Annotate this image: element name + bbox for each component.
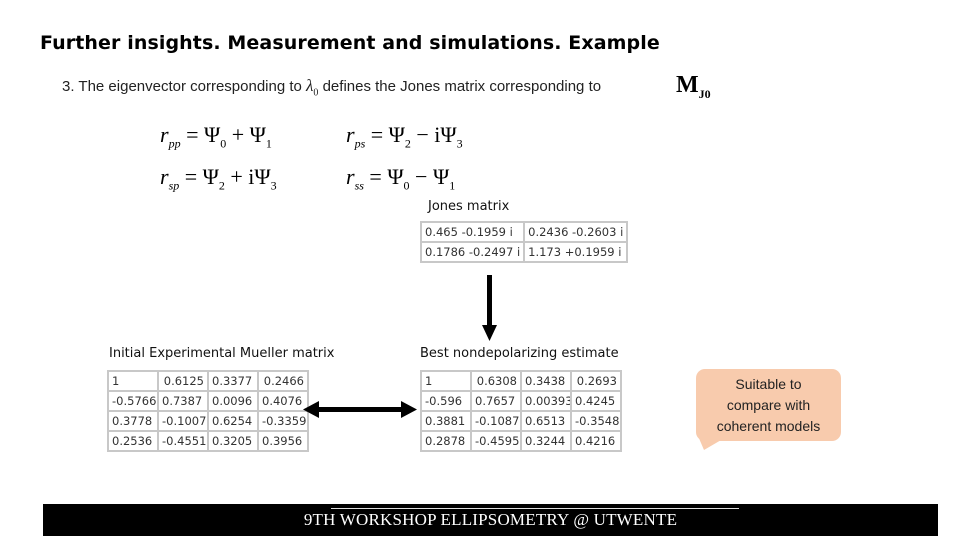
best-estimate-label: Best nondepolarizing estimate [420,346,619,361]
table-cell: 0.4245 [570,390,622,412]
equation-rpp: rpp = Ψ0 + Ψ1 [160,122,272,151]
table-cell: 0.7657 [470,390,522,412]
table-cell: -0.1007 [157,410,209,432]
table-cell: 0.2466 [257,370,309,392]
table-cell: 0.2878 [420,430,472,452]
table-cell: 0.465 -0.1959 i [419,221,526,243]
footer-rule [331,508,739,509]
table-cell: 0.00393 [520,390,572,412]
table-cell: -0.4595 [470,430,522,452]
footer-text: 9TH WORKSHOP ELLIPSOMETRY @ UTWENTE [303,510,678,529]
callout-line: compare with [726,396,811,413]
table-cell: 0.6513 [520,410,572,432]
table-row: 0.465 -0.1959 i 0.2436 -0.2603 i [419,221,629,243]
eq-sub-b: 1 [449,178,456,193]
eq-op: − Ψ [409,164,450,189]
table-cell: 0.3438 [520,370,572,392]
initial-mueller-label: Initial Experimental Mueller matrix [109,346,335,361]
callout-line: Suitable to [735,375,802,392]
eq-op: − iΨ [410,122,457,147]
callout-bubble: Suitable to compare with coherent models [696,369,841,441]
eq-op: + iΨ [224,164,271,189]
table-cell: 0.6308 [470,370,522,392]
equation-rps: rps = Ψ2 − iΨ3 [346,122,463,151]
eq-sub-b: 1 [265,136,272,151]
table-cell: -0.4551 [157,430,209,452]
down-arrow-icon [482,275,497,341]
table-cell: 0.3205 [207,430,259,452]
eq-rhs: = Ψ [369,164,404,189]
table-cell: 1.173 +0.1959 i [523,241,629,263]
table-cell: 0.3956 [257,430,309,452]
table-cell: 0.1786 -0.2497 i [419,241,526,263]
table-row: 1 0.6125 0.3377 0.2466 [107,370,309,392]
best-estimate-table: 1 0.6308 0.3438 0.2693 -0.596 0.7657 0.0… [420,370,622,452]
equation-rsp: rsp = Ψ2 + iΨ3 [160,164,277,193]
table-cell: 0.4216 [570,430,622,452]
table-cell: 0.2436 -0.2603 i [523,221,629,243]
mj0-symbol: MJ0 [676,72,711,102]
table-cell: 0.4076 [257,390,309,412]
eq-lhs-sub: sp [168,178,180,193]
table-cell: -0.5766 [107,390,159,412]
eq-lhs: r [346,164,355,189]
lambda-symbol: λ0 [306,76,318,98]
table-cell: 0.3778 [107,410,159,432]
eq-lhs-sub: ps [354,136,366,151]
table-cell: 0.3881 [420,410,472,432]
mj0-letter: M [676,72,699,98]
step-text-after: defines the Jones matrix corresponding t… [318,78,602,95]
table-row: 0.3881 -0.1087 0.6513 -0.3548 [420,410,622,432]
table-cell: 0.3244 [520,430,572,452]
table-row: -0.596 0.7657 0.00393 0.4245 [420,390,622,412]
table-row: 0.3778 -0.1007 0.6254 -0.3359 [107,410,309,432]
eq-rhs: = Ψ [186,122,221,147]
eq-op: + Ψ [226,122,266,147]
table-cell: 1 [107,370,159,392]
double-arrow-icon [303,401,417,418]
eq-sub-b: 3 [270,178,277,193]
table-row: 1 0.6308 0.3438 0.2693 [420,370,622,392]
eq-rhs: = Ψ [184,164,219,189]
step-text-before: 3. The eigenvector corresponding to [62,78,307,95]
table-row: 0.1786 -0.2497 i 1.173 +0.1959 i [419,241,629,263]
table-cell: -0.596 [420,390,472,412]
footer-banner: 9TH WORKSHOP ELLIPSOMETRY @ UTWENTE [43,504,938,536]
slide-title: Further insights. Measurement and simula… [40,32,660,54]
table-cell: -0.3359 [257,410,309,432]
table-cell: 0.2693 [570,370,622,392]
jones-matrix-label: Jones matrix [428,199,510,214]
table-cell: 0.3377 [207,370,259,392]
jones-matrix-table: 0.465 -0.1959 i 0.2436 -0.2603 i 0.1786 … [419,221,629,263]
equation-rss: rss = Ψ0 − Ψ1 [346,164,455,193]
eq-lhs: r [160,164,169,189]
table-cell: -0.3548 [570,410,622,432]
step-text: 3. The eigenvector corresponding to λ0 d… [62,76,601,98]
table-cell: 1 [420,370,472,392]
eq-lhs-sub: ss [354,178,364,193]
eq-sub-b: 3 [456,136,463,151]
eq-lhs: r [160,122,169,147]
table-row: -0.5766 0.7387 0.0096 0.4076 [107,390,309,412]
callout-line: coherent models [716,417,821,434]
table-cell: -0.1087 [470,410,522,432]
table-cell: 0.2536 [107,430,159,452]
initial-mueller-table: 1 0.6125 0.3377 0.2466 -0.5766 0.7387 0.… [107,370,309,452]
table-row: 0.2878 -0.4595 0.3244 0.4216 [420,430,622,452]
table-cell: 0.6254 [207,410,259,432]
mj0-sub: J0 [698,86,711,101]
table-row: 0.2536 -0.4551 0.3205 0.3956 [107,430,309,452]
eq-lhs: r [346,122,355,147]
table-cell: 0.0096 [207,390,259,412]
eq-lhs-sub: pp [168,136,181,151]
table-cell: 0.7387 [157,390,209,412]
table-cell: 0.6125 [157,370,209,392]
eq-rhs: = Ψ [370,122,405,147]
